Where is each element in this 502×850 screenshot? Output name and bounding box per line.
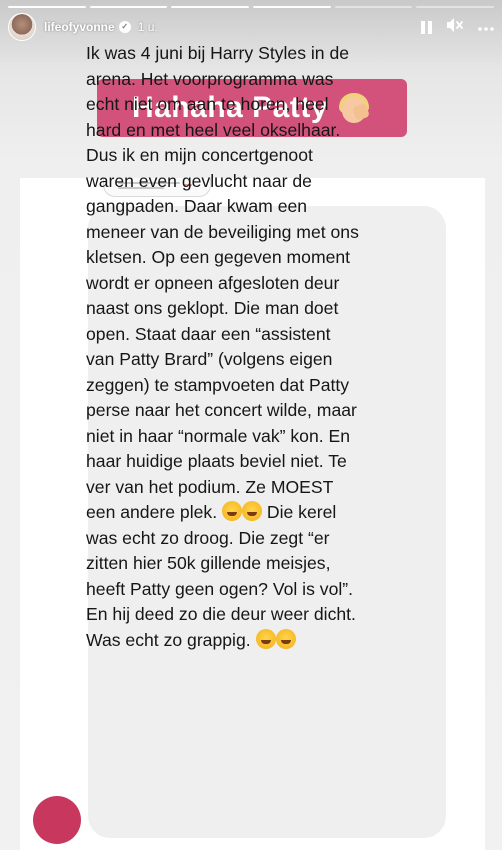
message-line: Ik was 4 juni bij Harry Styles in de [86, 43, 350, 63]
message-line: ver van het podium. Ze MOEST [86, 476, 334, 497]
message-line: Dus ik en mijn concertgenoot [86, 145, 313, 165]
rofl-emoji-icon [255, 628, 276, 649]
message-line: een andere plek. Die kerel [86, 500, 426, 526]
message-text: Ik was 4 juni bij Harry Styles in de are… [86, 41, 426, 653]
message-line: van Patty Brard” (volgens eigen [86, 349, 333, 369]
rofl-emoji-icon [221, 501, 242, 521]
progress-segment [334, 6, 413, 8]
message-line: open. Staat daar een “assistent [86, 323, 331, 344]
rofl-emoji-icon [275, 628, 296, 649]
message-line: was echt zo droog. Die zegt “er [86, 527, 330, 548]
pause-icon[interactable] [421, 20, 432, 34]
story-header: lifeofyvonne ✓ 1 u. [8, 12, 494, 42]
message-line: naast ons geklopt. Die man doet [86, 298, 339, 318]
message-line: Was echt zo grappig. [86, 628, 426, 654]
verified-badge-icon: ✓ [118, 21, 131, 33]
message-line: haar huidige plaats beviel niet. Te [86, 451, 347, 471]
rofl-emoji-icon [241, 501, 262, 521]
message-line: wordt er opneen afgesloten deur [86, 272, 340, 293]
message-line: niet in haar “normale vak” kon. En [86, 425, 351, 446]
progress-segment [171, 6, 250, 8]
message-line: meneer van de beveiliging met ons [86, 221, 359, 242]
story-controls [421, 17, 494, 37]
post-time: 1 u. [137, 20, 158, 34]
message-line: echt niet om aan te horen, heel [86, 94, 329, 114]
message-segment: een andere plek. [86, 502, 218, 522]
profile-avatar[interactable] [8, 13, 36, 41]
username[interactable]: lifeofyvonne [44, 20, 115, 34]
message-line: hard en met heel veel okselhaar. [86, 119, 341, 140]
message-line: kletsen. Op een gegeven moment [86, 247, 351, 267]
message-line: waren even gevlucht naar de [86, 170, 312, 191]
progress-segment [8, 6, 86, 8]
message-line: zitten hier 50k gillende meisjes, [86, 553, 331, 573]
message-line: heeft Patty geen ogen? Vol is vol”. [86, 578, 354, 599]
progress-segment [416, 6, 495, 8]
story-progress [8, 6, 495, 8]
message-line: gangpaden. Daar kwam een [86, 196, 308, 216]
progress-segment [89, 6, 168, 8]
story-viewer[interactable]: lifeofyvonne ✓ 1 u. Hahaha Patty ♥♥♥ Ik … [0, 0, 502, 850]
more-options-icon[interactable] [478, 19, 494, 35]
sender-avatar [33, 796, 81, 844]
message-segment: Was echt zo grappig. [86, 629, 251, 650]
message-line: perse naar het concert wilde, maar [86, 400, 357, 420]
mute-icon[interactable] [446, 17, 464, 37]
progress-segment [253, 6, 331, 8]
message-line: zeggen) te stampvoeten dat Patty [86, 374, 350, 395]
message-line: En hij deed zo die deur weer dicht. [86, 604, 356, 624]
message-line: arena. Het voorprogramma was [86, 68, 334, 89]
message-segment: Die kerel [266, 502, 337, 522]
